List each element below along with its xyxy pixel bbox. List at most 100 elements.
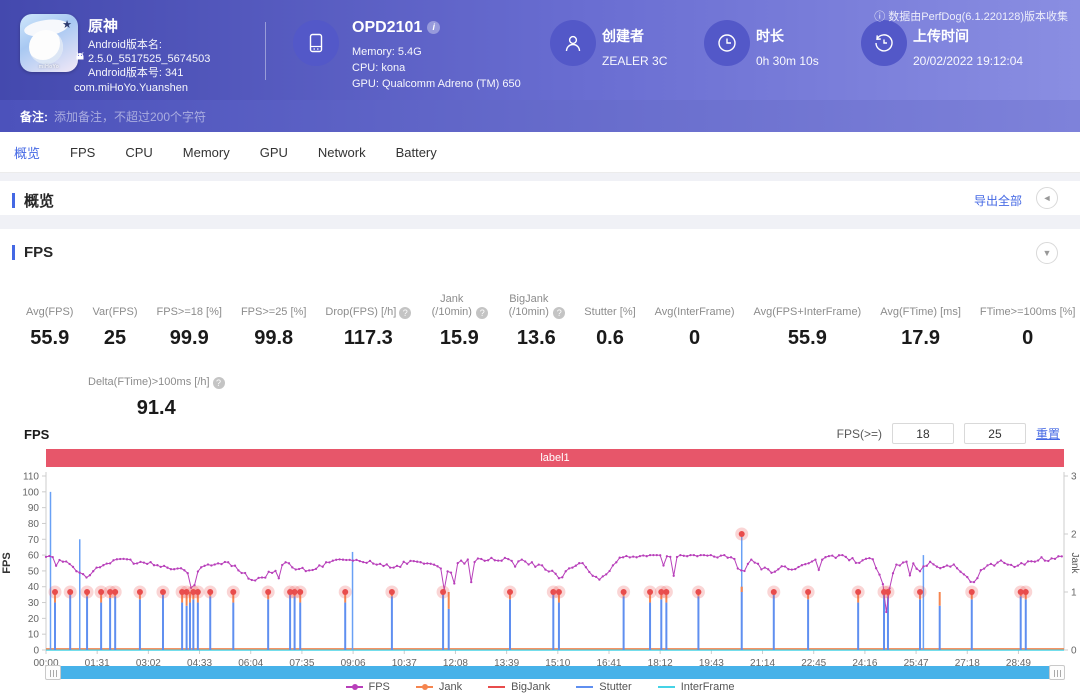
stat-value: 0: [689, 327, 701, 349]
stat-label: Avg(FPS+InterFrame): [753, 306, 862, 318]
svg-text:15:10: 15:10: [545, 658, 570, 666]
stat-7: Stutter [%] 0.6: [584, 289, 635, 350]
svg-text:20: 20: [28, 614, 40, 625]
tab-bar: 概览 FPS CPU Memory GPU Network Battery: [0, 132, 1080, 173]
collapse-left-button[interactable]: ◄: [1036, 187, 1058, 209]
stat-label: Avg(FTime) [ms]: [880, 306, 961, 318]
stat-8: Avg(InterFrame) 0: [655, 289, 735, 350]
scrollbar-right-handle[interactable]: [1049, 665, 1065, 680]
legend-label: InterFrame: [680, 681, 735, 693]
svg-text:60: 60: [28, 551, 40, 562]
stat-label: BigJank (/10min)?: [507, 289, 566, 319]
stat-value: 0.6: [596, 327, 624, 349]
legend-item-interframe[interactable]: InterFrame: [657, 681, 735, 693]
tab-1[interactable]: FPS: [70, 145, 95, 160]
device-info-icon[interactable]: i: [427, 21, 441, 34]
svg-text:Jank: Jank: [1069, 552, 1080, 574]
stat-3: FPS>=25 [%] 99.8: [241, 289, 306, 350]
legend-label: FPS: [368, 681, 390, 693]
legend-label: Jank: [438, 681, 463, 693]
device-cpu: CPU: kona: [352, 62, 406, 74]
creator-label: 创建者: [602, 28, 644, 44]
svg-text:28:49: 28:49: [1006, 658, 1031, 666]
tab-2[interactable]: CPU: [125, 145, 152, 160]
note-placeholder[interactable]: 添加备注，不超过200个字符: [54, 108, 206, 125]
section-accent-bar: [12, 245, 15, 260]
reset-link[interactable]: 重置: [1036, 425, 1060, 442]
fps-chart[interactable]: 01020304050607080901001100123FPS Jank00:0…: [0, 470, 1080, 667]
stat-label: Avg(FPS): [26, 306, 74, 318]
legend-item-stutter[interactable]: Stutter: [576, 681, 632, 693]
scrollbar-left-handle[interactable]: [45, 665, 61, 680]
header: ★ miHoYo 原神 Android版本名: 2.5.0_5517525_56…: [0, 0, 1080, 100]
svg-text:03:02: 03:02: [136, 658, 161, 666]
user-icon: [565, 35, 581, 52]
svg-text:09:06: 09:06: [341, 658, 366, 666]
stat-value: 117.3: [343, 327, 393, 349]
fps-chart-title: FPS: [24, 427, 50, 442]
fps-threshold-low-input[interactable]: [891, 423, 954, 444]
stat-0: Avg(FPS) 55.9: [26, 289, 73, 350]
svg-text:18:12: 18:12: [648, 658, 673, 666]
overview-card: 概览 导出全部 ◄: [0, 181, 1080, 215]
tab-4[interactable]: GPU: [260, 145, 288, 160]
stat-2: FPS>=18 [%] 99.9: [157, 289, 222, 350]
legend-label: BigJank: [511, 681, 551, 693]
device-meta: Memory: 5.4G CPU: kona GPU: Qualcomm Adr…: [352, 44, 521, 92]
export-all-link[interactable]: 导出全部: [974, 192, 1022, 209]
upload-icon-circle: [861, 20, 907, 66]
tab-0[interactable]: 概览: [14, 143, 40, 162]
svg-text:22:45: 22:45: [801, 658, 826, 666]
stat-value: 13.6: [516, 327, 556, 349]
tab-3[interactable]: Memory: [183, 145, 230, 160]
stat-value: 15.9: [439, 327, 479, 349]
app-meta: Android版本名: 2.5.0_5517525_5674503 Androi…: [76, 38, 210, 80]
tab-6[interactable]: Battery: [396, 145, 437, 160]
fps-threshold-high-input[interactable]: [963, 423, 1026, 444]
device-memory: Memory: 5.4G: [352, 46, 422, 58]
legend-item-bigjank[interactable]: BigJank: [488, 681, 550, 693]
svg-text:1: 1: [1071, 588, 1077, 599]
stat-label: Var(FPS): [92, 306, 138, 318]
stat-4: Drop(FPS) [/h]? 117.3: [325, 289, 412, 350]
svg-text:10:37: 10:37: [392, 658, 417, 666]
legend-marker: [415, 684, 433, 690]
creator-value: ZEALER 3C: [602, 54, 668, 68]
chart-zoom-scrollbar[interactable]: [45, 665, 1065, 680]
stat-value: 91.4: [136, 397, 176, 419]
legend-item-jank[interactable]: Jank: [415, 681, 463, 693]
stat-label: Jank (/10min)?: [430, 289, 489, 319]
fps-stats-row: Avg(FPS) 55.9 Var(FPS) 25 FPS>=18 [%] 99.9 FPS…: [26, 289, 1075, 350]
svg-text:0: 0: [33, 646, 39, 657]
tab-5[interactable]: Network: [318, 145, 366, 160]
bigjank-markers: [48, 527, 1033, 599]
upload-value: 20/02/2022 19:12:04: [913, 54, 1024, 68]
legend-item-fps[interactable]: FPS: [345, 681, 390, 693]
svg-text:40: 40: [28, 582, 40, 593]
help-icon[interactable]: ?: [476, 307, 489, 319]
stat-value: 0: [1022, 327, 1034, 349]
collapse-down-button[interactable]: ▼: [1036, 242, 1058, 264]
chart-legend: FPS Jank BigJank Stutter InterFrame: [0, 681, 1080, 693]
fps-stats-row2: Delta(FTime)>100ms [/h]? 91.4: [88, 359, 225, 420]
help-icon[interactable]: ?: [212, 377, 225, 389]
svg-text:0: 0: [1071, 646, 1077, 657]
help-icon[interactable]: ?: [399, 307, 412, 319]
svg-text:25:47: 25:47: [904, 658, 929, 666]
fps-threshold-controls: FPS(>=) 重置: [837, 423, 1060, 444]
stat-10: Avg(FTime) [ms] 17.9: [880, 289, 961, 350]
svg-text:07:35: 07:35: [289, 658, 314, 666]
section-accent-bar: [12, 193, 15, 208]
svg-text:01:31: 01:31: [85, 658, 110, 666]
duration-icon-circle: [704, 20, 750, 66]
device-model: OPD2101 i: [352, 19, 441, 37]
help-icon[interactable]: ?: [553, 307, 566, 319]
star-decoration-icon: ★: [62, 19, 72, 31]
duration-value: 0h 30m 10s: [756, 54, 819, 68]
phone-icon: [309, 33, 323, 53]
svg-text:04:33: 04:33: [187, 658, 212, 666]
stat-11: FTime>=100ms [%] 0: [980, 289, 1076, 350]
note-bar[interactable]: 备注: 添加备注，不超过200个字符: [0, 100, 1080, 132]
stat-value: 25: [103, 327, 127, 349]
legend-marker: [576, 686, 594, 688]
